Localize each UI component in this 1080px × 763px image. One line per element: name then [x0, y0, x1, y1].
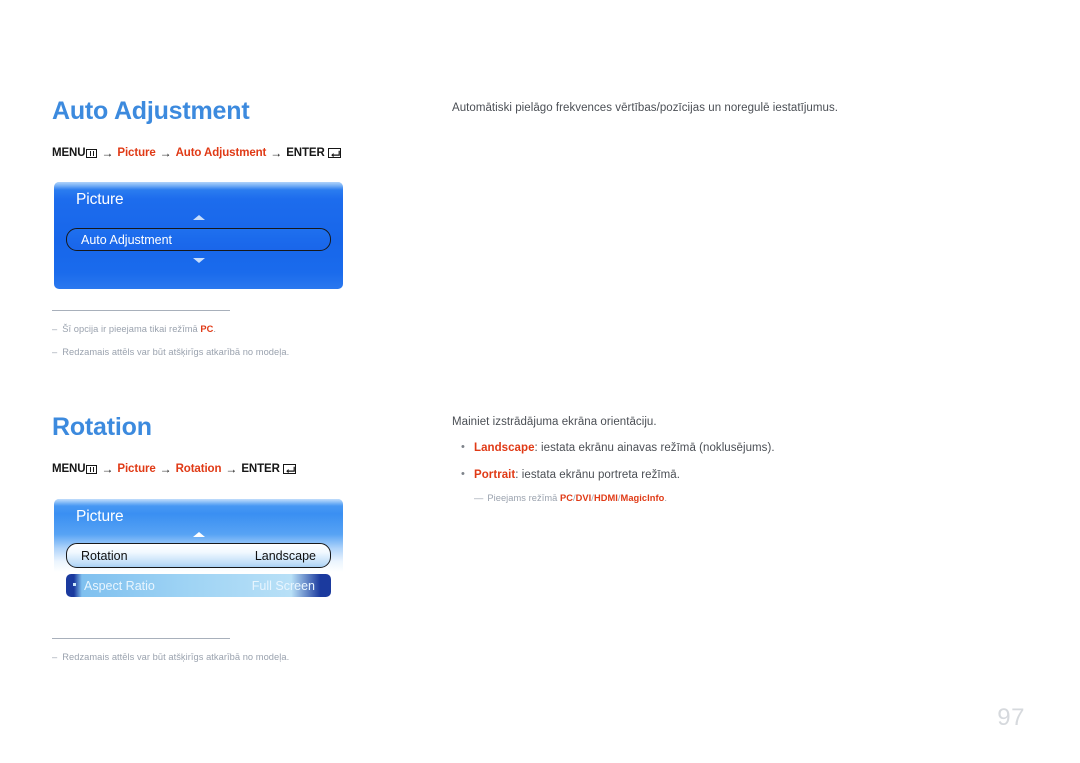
footnote-item: – Redzamais attēls var būt atšķirīgs atk… [52, 345, 382, 359]
osd-row-label: Rotation [81, 548, 128, 563]
breadcrumb-rotation: MENU → Picture → Rotation → ENTER [52, 462, 452, 476]
triangle-up-icon[interactable] [192, 532, 205, 537]
mode-hdmi: HDMI [593, 493, 618, 503]
option-description: : iestata ekrānu ainavas režīmā (noklusē… [534, 442, 775, 454]
enter-return-icon [282, 464, 296, 474]
breadcrumb-item-auto-adjustment: Auto Adjustment [175, 147, 267, 159]
footnote-item: – Šī opcija ir pieejama tikai režīmā PC. [52, 322, 382, 336]
osd-row-rotation[interactable]: Rotation Landscape [66, 543, 331, 568]
page-title-rotation: Rotation [52, 413, 152, 441]
list-item: Landscape: iestata ekrānu ainavas režīmā… [452, 439, 972, 457]
footnotes-rotation: – Redzamais attēls var būt atšķirīgs atk… [52, 638, 382, 673]
osd-title: Picture [76, 508, 124, 525]
footnote-text: Redzamais attēls var būt atšķirīgs atkar… [62, 652, 290, 662]
divider [52, 310, 230, 311]
page-number: 97 [997, 704, 1025, 731]
osd-row-label: Aspect Ratio [84, 578, 155, 593]
subnote-text-before: Pieejams režīmā [487, 493, 560, 503]
osd-row-aspect-ratio[interactable]: Aspect Ratio Full Screen [66, 574, 331, 597]
mode-dvi: DVI [575, 493, 592, 503]
description-auto-adjustment: Automātiski pielāgo frekvences vērtības/… [452, 100, 972, 117]
breadcrumb-menu-label: MENU [52, 147, 86, 159]
footnote-text: Šī opcija ir pieejama tikai režīmā PC. [62, 322, 216, 336]
subnote-text-after: . [664, 493, 668, 503]
breadcrumb-menu-label: MENU [52, 463, 86, 475]
option-list: Landscape: iestata ekrānu ainavas režīmā… [452, 439, 972, 484]
breadcrumb-item-rotation: Rotation [175, 463, 222, 475]
footnote-text-after: . [213, 324, 217, 334]
manual-page: Auto Adjustment MENU → Picture → Auto Ad… [0, 0, 1080, 763]
footnote-highlight: PC [200, 324, 214, 334]
arrow-icon: → [159, 462, 172, 476]
triangle-down-icon[interactable] [192, 258, 205, 263]
section-auto-adjustment: Auto Adjustment MENU → Picture → Auto Ad… [52, 96, 452, 160]
osd-row-auto-adjustment[interactable]: Auto Adjustment [66, 228, 331, 251]
subnote-dash: — [474, 493, 484, 503]
enter-return-icon [327, 148, 341, 158]
arrow-icon: → [270, 146, 283, 160]
arrow-icon: → [101, 146, 114, 160]
option-term: Portrait [474, 469, 516, 481]
divider [52, 638, 230, 639]
footnote-dash: – [52, 652, 58, 662]
footnote-text-before: Šī opcija ir pieejama tikai režīmā [62, 324, 201, 334]
menu-grid-icon [86, 148, 98, 158]
description-rotation: Mainiet izstrādājuma ekrāna orientāciju.… [452, 414, 972, 505]
osd-row-label: Auto Adjustment [81, 232, 173, 247]
osd-row-value: Landscape [254, 548, 316, 563]
subnote-available-modes: — Pieejams režīmā PC/DVI/HDMI/MagicInfo. [474, 491, 972, 505]
arrow-icon: → [159, 146, 172, 160]
option-term: Landscape [474, 442, 535, 454]
description-text: Automātiski pielāgo frekvences vērtības/… [452, 102, 839, 114]
footnote-dash: – [52, 347, 58, 357]
description-text: Mainiet izstrādājuma ekrāna orientāciju. [452, 416, 657, 428]
subnote-text: Pieejams režīmā PC/DVI/HDMI/MagicInfo. [487, 491, 667, 505]
osd-panel-picture-rotation: Picture Rotation Landscape Aspect Ratio … [54, 499, 343, 606]
mode-pc: PC [559, 493, 573, 503]
arrow-icon: → [101, 462, 114, 476]
triangle-up-icon[interactable] [192, 215, 205, 220]
breadcrumb-item-picture: Picture [117, 147, 156, 159]
footnote-text: Redzamais attēls var būt atšķirīgs atkar… [62, 347, 290, 357]
breadcrumb-item-picture: Picture [117, 463, 156, 475]
osd-row-value: Full Screen [251, 578, 315, 593]
option-description: : iestata ekrānu portreta režīmā. [515, 469, 680, 481]
menu-grid-icon [86, 464, 98, 474]
page-title-auto-adjustment: Auto Adjustment [52, 97, 250, 125]
osd-panel-picture-auto: Picture Auto Adjustment [54, 182, 343, 289]
arrow-icon: → [225, 462, 238, 476]
section-rotation: Rotation MENU → Picture → Rotation → ENT… [52, 412, 452, 476]
breadcrumb-enter-label: ENTER [241, 463, 280, 475]
breadcrumb-auto-adjustment: MENU → Picture → Auto Adjustment → ENTER [52, 146, 452, 160]
footnotes-auto-adjustment: – Šī opcija ir pieejama tikai režīmā PC.… [52, 310, 382, 368]
mode-magicinfo: MagicInfo [620, 493, 665, 503]
footnote-dash: – [52, 324, 58, 334]
breadcrumb-enter-label: ENTER [286, 147, 325, 159]
osd-title: Picture [76, 191, 124, 208]
footnote-item: – Redzamais attēls var būt atšķirīgs atk… [52, 650, 382, 664]
list-item: Portrait: iestata ekrānu portreta režīmā… [452, 466, 972, 484]
